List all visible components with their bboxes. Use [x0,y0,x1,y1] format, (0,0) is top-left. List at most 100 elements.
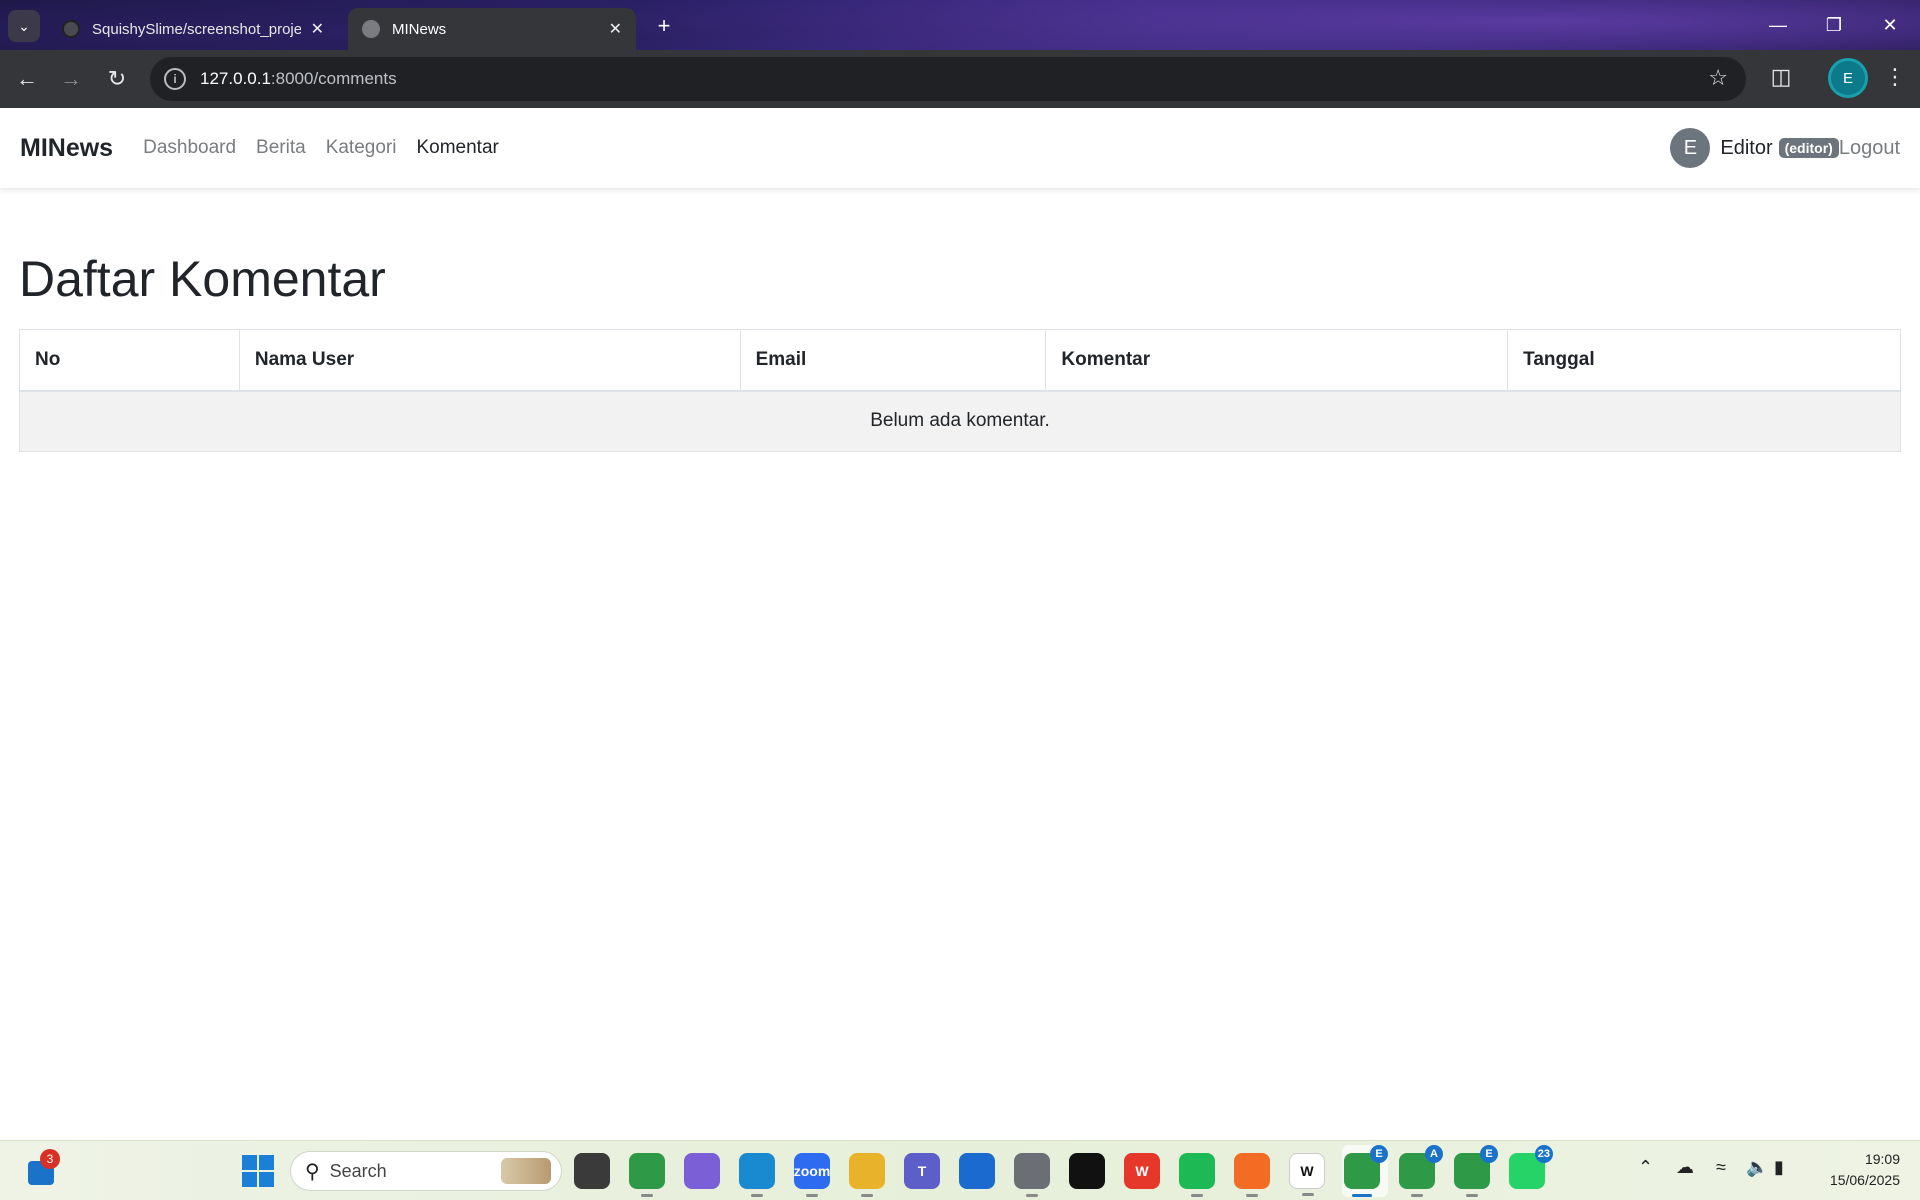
reload-icon[interactable]: ↻ [102,64,132,94]
app-label: W [1300,1163,1314,1179]
column-header-tanggal: Tanggal [1507,329,1901,392]
running-indicator [1191,1194,1203,1197]
chrome-icon[interactable] [629,1153,665,1197]
copilot-icon[interactable] [684,1153,720,1189]
column-header-nama-user: Nama User [238,329,741,392]
profile-avatar[interactable]: E [1828,58,1868,98]
notion-w-icon[interactable]: W [1289,1153,1325,1196]
nav-link-dashboard[interactable]: Dashboard [143,137,236,159]
search-placeholder: Search [329,1160,387,1181]
running-indicator [806,1194,818,1197]
chrome-profile-e2-icon[interactable]: E [1454,1145,1498,1197]
teams-icon[interactable]: T [904,1153,940,1189]
file-explorer-icon[interactable] [849,1153,885,1197]
user-menu: E Editor (editor) Logout [1670,128,1900,168]
url-path: :8000/comments [270,69,397,88]
avatar: E [1670,128,1711,168]
close-icon[interactable]: ✕ [609,19,622,39]
github-icon [62,20,80,38]
back-icon[interactable]: ← [12,64,42,94]
column-header-email: Email [739,329,1047,392]
bookmark-star-icon[interactable]: ☆ [1708,65,1728,91]
new-tab-button[interactable]: + [650,12,678,40]
running-indicator [1466,1194,1478,1197]
app-navbar: MINews Dashboard Berita Kategori Komenta… [0,108,1920,189]
address-bar[interactable]: i 127.0.0.1:8000/comments ☆ [150,57,1746,101]
minimize-button[interactable]: — [1758,10,1798,40]
wifi-icon[interactable]: ≈ [1716,1157,1726,1178]
nav-link-komentar[interactable]: Komentar [416,137,498,159]
app-badge: E [1480,1145,1498,1163]
system-clock[interactable]: 19:09 15/06/2025 [1800,1149,1900,1191]
running-indicator [641,1194,653,1197]
settings-icon[interactable] [1014,1153,1050,1197]
app-label: W [1135,1163,1149,1179]
forward-icon[interactable]: → [56,64,86,94]
app-label: T [917,1163,927,1179]
wps-office-icon[interactable]: W [1124,1153,1160,1189]
menu-dots-icon[interactable]: ⋮ [1880,62,1910,92]
close-icon[interactable]: ✕ [311,19,324,39]
app-badge: 23 [1534,1145,1553,1163]
widgets-button[interactable]: 3 [24,1149,60,1191]
running-indicator [1352,1194,1372,1197]
tab-title: SquishySlime/screenshot_proje [92,20,301,38]
paw-app-icon[interactable] [1069,1153,1105,1189]
globe-icon [362,20,380,38]
page-title: Daftar Komentar [19,251,386,307]
nav-link-kategori[interactable]: Kategori [326,137,397,159]
chrome-profile-a-icon[interactable]: A [1399,1145,1443,1197]
onedrive-icon[interactable]: ☁ [1676,1157,1694,1178]
running-indicator [1246,1194,1258,1197]
start-button[interactable] [242,1155,274,1187]
table-row: Belum ada komentar. [19,390,1901,452]
restore-button[interactable]: ❐ [1814,10,1854,40]
chevron-down-icon: ⌄ [18,17,30,34]
tab-github[interactable]: SquishySlime/screenshot_proje ✕ [48,8,338,50]
battery-icon[interactable]: ▮ [1774,1157,1784,1178]
brand-logo[interactable]: MINews [20,134,113,163]
browser-toolbar: ← → ↻ i 127.0.0.1:8000/comments ☆ ◫ E ⋮ [0,50,1920,108]
zoom-icon[interactable]: zoom [793,1153,831,1197]
whatsapp-icon[interactable]: 23 [1509,1145,1553,1189]
windows-taskbar: 3 ⚲ Search zoom T W W E A E 23 ⌃ ☁ ≈ 🔈 ▮ 19:09 … [0,1140,1920,1200]
empty-message: Belum ada komentar. [19,390,1901,452]
column-header-no: No [19,329,240,392]
tab-search-button[interactable]: ⌄ [8,10,40,42]
running-indicator [1411,1194,1423,1197]
tab-minews[interactable]: MINews ✕ [348,8,636,50]
task-view-icon[interactable] [574,1153,610,1189]
taskbar-search[interactable]: ⚲ Search [290,1151,562,1191]
close-window-button[interactable]: ✕ [1870,10,1910,40]
url-host: 127.0.0.1 [200,69,271,88]
app-label: zoom [793,1163,831,1179]
running-indicator [861,1194,873,1197]
tab-strip: ⌄ SquishySlime/screenshot_proje ✕ MINews… [0,0,1920,50]
user-name: Editor [1720,136,1773,159]
site-info-icon[interactable]: i [164,68,186,90]
edge-icon[interactable] [739,1153,775,1197]
chevron-up-icon[interactable]: ⌃ [1638,1157,1653,1178]
browser-chrome: ⌄ SquishySlime/screenshot_proje ✕ MINews… [0,0,1920,108]
windows-logo-icon [242,1155,257,1170]
app-badge: E [1370,1145,1388,1163]
chrome-profile-e-icon[interactable]: E [1344,1145,1388,1197]
nav-link-berita[interactable]: Berita [256,137,306,159]
spotify-icon[interactable] [1179,1153,1215,1197]
clock-time: 19:09 [1864,1151,1900,1167]
xampp-icon[interactable] [1234,1153,1270,1197]
microsoft-store-icon[interactable] [959,1153,995,1189]
search-icon: ⚲ [305,1160,320,1183]
running-indicator [1026,1194,1038,1197]
volume-icon[interactable]: 🔈 [1746,1157,1768,1178]
role-badge: (editor) [1778,138,1839,158]
page-content: MINews Dashboard Berita Kategori Komenta… [0,108,1920,1140]
tab-title: MINews [392,20,447,38]
column-header-komentar: Komentar [1045,329,1509,392]
notification-badge: 3 [40,1149,60,1169]
comments-table: No Nama User Email Komentar Tanggal Belu… [19,329,1901,452]
running-indicator [751,1194,763,1197]
extensions-icon[interactable]: ◫ [1766,62,1796,92]
clock-date: 15/06/2025 [1829,1172,1900,1188]
logout-link[interactable]: Logout [1839,137,1900,160]
